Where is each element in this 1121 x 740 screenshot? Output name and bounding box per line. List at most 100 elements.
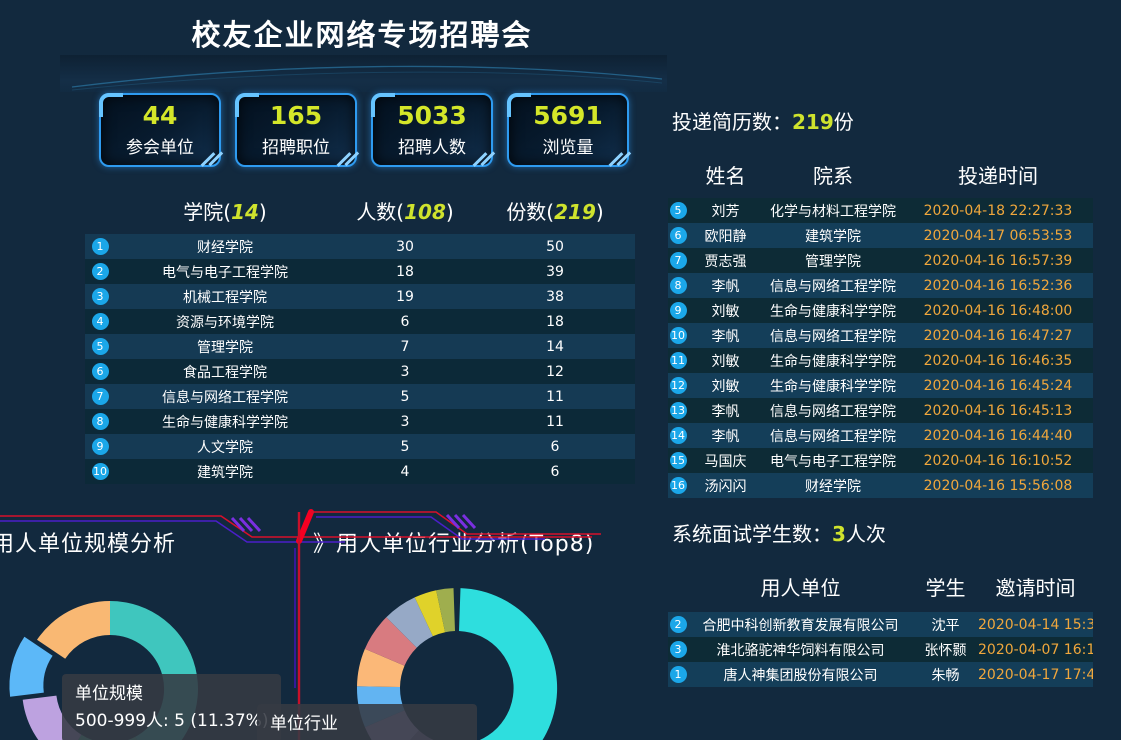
scale-chart-title: 用人单位规模分析 <box>0 526 176 558</box>
resume-table-header: 姓名 院系 投递时间 <box>668 160 1093 189</box>
dept-name: 生命与健康科学学院 <box>763 301 903 321</box>
submit-time: 2020-04-16 16:57:39 <box>903 253 1093 269</box>
invite-time: 2020-04-14 15:35:54 <box>978 617 1093 633</box>
submit-time: 2020-04-16 16:45:13 <box>903 403 1093 419</box>
header-student: 学生 <box>913 572 978 601</box>
people-count: 3 <box>335 414 475 430</box>
student-name: 刘敏 <box>688 301 763 321</box>
copies-count: 39 <box>475 264 635 280</box>
stat-label: 招聘职位 <box>262 133 330 158</box>
table-row: 5 管理学院 7 14 <box>85 334 635 359</box>
dept-name: 电气与电子工程学院 <box>763 451 903 471</box>
table-row: 1 财经学院 30 50 <box>85 234 635 259</box>
rank-badge: 5 <box>670 202 687 219</box>
tooltip-series: 单位规模 <box>75 681 268 708</box>
submit-time: 2020-04-16 16:47:27 <box>903 328 1093 344</box>
student-name: 李帆 <box>688 276 763 296</box>
rank-badge: 7 <box>670 252 687 269</box>
stat-card: 5691 浏览量 <box>507 93 629 167</box>
copies-count: 6 <box>475 464 635 480</box>
table-row: 9 刘敏 生命与健康科学学院 2020-04-16 16:48:00 <box>668 298 1093 323</box>
company-name: 淮北骆驼神华饲料有限公司 <box>688 640 913 660</box>
header-company: 用人单位 <box>688 572 913 601</box>
rank-badge: 15 <box>670 452 687 469</box>
table-row: 14 李帆 信息与网络工程学院 2020-04-16 16:44:40 <box>668 423 1093 448</box>
people-count: 3 <box>335 364 475 380</box>
resume-table-body: 5 刘芳 化学与材料工程学院 2020-04-18 22:27:33 6 欧阳静… <box>668 198 1093 498</box>
rank-badge: 2 <box>670 616 687 633</box>
submit-time: 2020-04-18 22:27:33 <box>903 203 1093 219</box>
interview-table-body: 2 合肥中科创新教育发展有限公司 沈平 2020-04-14 15:35:54 … <box>668 612 1093 687</box>
table-row: 12 刘敏 生命与健康科学学院 2020-04-16 16:45:24 <box>668 373 1093 398</box>
rank-badge: 8 <box>92 413 109 430</box>
table-row: 8 李帆 信息与网络工程学院 2020-04-16 16:52:36 <box>668 273 1093 298</box>
copies-count: 38 <box>475 289 635 305</box>
rank-badge: 14 <box>670 427 687 444</box>
table-row: 4 资源与环境学院 6 18 <box>85 309 635 334</box>
rank-badge: 4 <box>92 313 109 330</box>
rank-badge: 10 <box>92 463 109 480</box>
header-people: 人数(108) <box>335 196 475 225</box>
table-row: 8 生命与健康科学学院 3 11 <box>85 409 635 434</box>
student-name: 汤闪闪 <box>688 476 763 496</box>
dept-name: 生命与健康科学学院 <box>763 351 903 371</box>
college-table: 学院(14) 人数(108) 份数(219) 1 财经学院 30 50 2 电气… <box>85 196 635 484</box>
table-row: 10 建筑学院 4 6 <box>85 459 635 484</box>
student-name: 张怀颢 <box>913 640 978 660</box>
header-time: 投递时间 <box>903 160 1093 189</box>
student-name: 李帆 <box>688 326 763 346</box>
rank-badge: 13 <box>670 402 687 419</box>
people-count: 30 <box>335 239 475 255</box>
dept-name: 信息与网络工程学院 <box>763 276 903 296</box>
donut-slice[interactable] <box>37 601 110 659</box>
table-row: 9 人文学院 5 6 <box>85 434 635 459</box>
tooltip-series: 单位行业 <box>270 711 464 738</box>
student-name: 李帆 <box>688 426 763 446</box>
college-name: 机械工程学院 <box>115 287 335 307</box>
rank-badge: 6 <box>670 227 687 244</box>
student-name: 贾志强 <box>688 251 763 271</box>
rank-badge: 9 <box>670 302 687 319</box>
college-name: 管理学院 <box>115 337 335 357</box>
stat-value: 44 <box>143 102 178 130</box>
copies-count: 14 <box>475 339 635 355</box>
rank-badge: 16 <box>670 477 687 494</box>
submit-time: 2020-04-16 16:45:24 <box>903 378 1093 394</box>
interview-table-header: 用人单位 学生 邀请时间 <box>668 572 1093 601</box>
people-count: 7 <box>335 339 475 355</box>
table-row: 2 合肥中科创新教育发展有限公司 沈平 2020-04-14 15:35:54 <box>668 612 1093 637</box>
college-name: 资源与环境学院 <box>115 312 335 332</box>
stat-label: 参会单位 <box>126 133 194 158</box>
table-row: 1 唐人神集团股份有限公司 朱畅 2020-04-17 17:45:14 <box>668 662 1093 687</box>
interview-table: 用人单位 学生 邀请时间 2 合肥中科创新教育发展有限公司 沈平 2020-04… <box>668 572 1093 687</box>
people-count: 4 <box>335 464 475 480</box>
submit-time: 2020-04-16 16:10:52 <box>903 453 1093 469</box>
rank-badge: 2 <box>92 263 109 280</box>
rank-badge: 5 <box>92 338 109 355</box>
company-name: 唐人神集团股份有限公司 <box>688 665 913 685</box>
student-name: 刘敏 <box>688 351 763 371</box>
interview-panel-title: 系统面试学生数：3人次 <box>672 518 886 547</box>
dept-name: 化学与材料工程学院 <box>763 201 903 221</box>
college-name: 信息与网络工程学院 <box>115 387 335 407</box>
stat-card: 44 参会单位 <box>99 93 221 167</box>
rank-badge: 3 <box>92 288 109 305</box>
rank-badge: 6 <box>92 363 109 380</box>
title-glow-band <box>60 55 667 92</box>
table-row: 5 刘芳 化学与材料工程学院 2020-04-18 22:27:33 <box>668 198 1093 223</box>
copies-count: 12 <box>475 364 635 380</box>
dashboard-root: { "page": { "title": "校友企业网络专场招聘会" }, "c… <box>0 0 1121 740</box>
header-college: 学院(14) <box>115 196 335 225</box>
scale-chart-tooltip: 单位规模 500-999人: 5 (11.37%) <box>62 674 281 740</box>
table-row: 15 马国庆 电气与电子工程学院 2020-04-16 16:10:52 <box>668 448 1093 473</box>
rank-badge: 1 <box>92 238 109 255</box>
stat-card: 5033 招聘人数 <box>371 93 493 167</box>
people-count: 5 <box>335 389 475 405</box>
stat-label: 浏览量 <box>543 133 594 158</box>
dept-name: 信息与网络工程学院 <box>763 326 903 346</box>
college-name: 财经学院 <box>115 237 335 257</box>
dept-name: 生命与健康科学学院 <box>763 376 903 396</box>
invite-time: 2020-04-07 16:19:38 <box>978 642 1093 658</box>
copies-count: 11 <box>475 389 635 405</box>
people-count: 6 <box>335 314 475 330</box>
